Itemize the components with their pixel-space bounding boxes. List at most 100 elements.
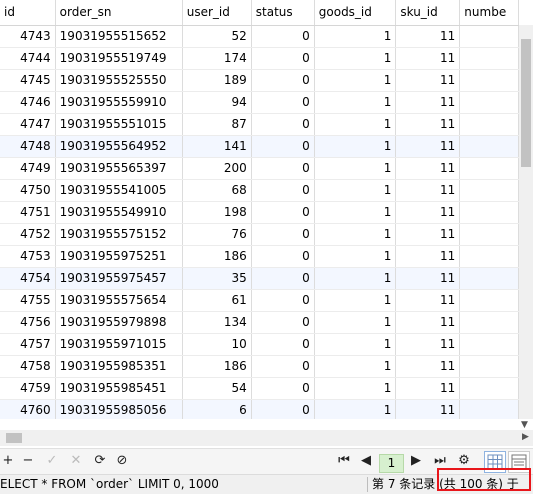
table-cell[interactable]: 4745 xyxy=(0,69,56,92)
table-cell[interactable]: 19031955979898 xyxy=(55,311,183,334)
table-cell[interactable] xyxy=(459,135,519,158)
table-cell[interactable]: 4760 xyxy=(0,399,56,419)
table-cell[interactable]: 1 xyxy=(314,333,397,356)
horizontal-scroll-thumb[interactable] xyxy=(6,433,22,443)
horizontal-scrollbar[interactable]: ▶ xyxy=(0,430,533,446)
table-cell[interactable]: 1 xyxy=(314,25,397,48)
table-cell[interactable]: 19031955541005 xyxy=(55,179,183,202)
table-cell[interactable]: 0 xyxy=(251,289,315,312)
table-cell[interactable]: 6 xyxy=(182,399,252,419)
table-cell[interactable]: 11 xyxy=(395,25,461,48)
table-cell[interactable]: 10 xyxy=(182,333,252,356)
column-header[interactable]: numbe xyxy=(459,0,519,26)
table-cell[interactable] xyxy=(459,333,519,356)
table-row[interactable]: 4756 19031955979898 134 0 1 11 xyxy=(0,311,519,334)
table-cell[interactable]: 141 xyxy=(182,135,252,158)
table-cell[interactable]: 61 xyxy=(182,289,252,312)
table-cell[interactable]: 4752 xyxy=(0,223,56,246)
table-row[interactable]: 4754 19031955975457 35 0 1 11 xyxy=(0,267,519,290)
table-cell[interactable]: 19031955575152 xyxy=(55,223,183,246)
table-cell[interactable]: 11 xyxy=(395,69,461,92)
table-cell[interactable] xyxy=(459,355,519,378)
table-cell[interactable]: 0 xyxy=(251,135,315,158)
table-cell[interactable] xyxy=(459,47,519,70)
table-row[interactable]: 4755 19031955575654 61 0 1 11 xyxy=(0,289,519,312)
vertical-scrollbar[interactable] xyxy=(519,25,533,419)
table-cell[interactable]: 4747 xyxy=(0,113,56,136)
table-cell[interactable]: 1 xyxy=(314,245,397,268)
table-cell[interactable]: 1 xyxy=(314,355,397,378)
table-cell[interactable]: 1 xyxy=(314,201,397,224)
table-cell[interactable]: 1 xyxy=(314,399,397,419)
table-cell[interactable] xyxy=(459,113,519,136)
table-cell[interactable]: 0 xyxy=(251,311,315,334)
table-cell[interactable] xyxy=(459,25,519,48)
column-header[interactable]: id xyxy=(0,0,56,26)
table-cell[interactable] xyxy=(459,311,519,334)
next-page-button[interactable]: ▶ xyxy=(408,453,424,469)
table-cell[interactable]: 1 xyxy=(314,69,397,92)
table-row[interactable]: 4745 19031955525550 189 0 1 11 xyxy=(0,69,519,92)
table-cell[interactable]: 19031955971015 xyxy=(55,333,183,356)
table-cell[interactable]: 1 xyxy=(314,157,397,180)
table-row[interactable]: 4758 19031955985351 186 0 1 11 xyxy=(0,355,519,378)
table-cell[interactable]: 0 xyxy=(251,223,315,246)
table-cell[interactable] xyxy=(459,201,519,224)
table-cell[interactable]: 19031955975457 xyxy=(55,267,183,290)
table-cell[interactable]: 189 xyxy=(182,69,252,92)
table-cell[interactable]: 1 xyxy=(314,377,397,400)
table-cell[interactable]: 11 xyxy=(395,113,461,136)
table-row[interactable]: 4751 19031955549910 198 0 1 11 xyxy=(0,201,519,224)
table-cell[interactable]: 94 xyxy=(182,91,252,114)
table-cell[interactable]: 11 xyxy=(395,179,461,202)
table-cell[interactable]: 11 xyxy=(395,245,461,268)
table-row[interactable]: 4749 19031955565397 200 0 1 11 xyxy=(0,157,519,180)
table-cell[interactable]: 11 xyxy=(395,311,461,334)
table-cell[interactable]: 4754 xyxy=(0,267,56,290)
table-cell[interactable]: 0 xyxy=(251,91,315,114)
table-cell[interactable] xyxy=(459,289,519,312)
table-cell[interactable]: 0 xyxy=(251,245,315,268)
table-cell[interactable]: 186 xyxy=(182,245,252,268)
table-cell[interactable]: 11 xyxy=(395,91,461,114)
apply-changes-button[interactable]: ✓ xyxy=(44,453,60,469)
table-cell[interactable]: 11 xyxy=(395,377,461,400)
current-page-field[interactable]: 1 xyxy=(379,454,404,473)
column-header[interactable]: user_id xyxy=(182,0,252,26)
table-cell[interactable]: 4757 xyxy=(0,333,56,356)
add-record-button[interactable]: + xyxy=(0,453,16,469)
table-cell[interactable]: 0 xyxy=(251,113,315,136)
discard-changes-button[interactable]: ✕ xyxy=(68,453,84,469)
table-cell[interactable]: 19031955985056 xyxy=(55,399,183,419)
table-cell[interactable]: 11 xyxy=(395,399,461,419)
table-cell[interactable]: 4744 xyxy=(0,47,56,70)
table-cell[interactable]: 174 xyxy=(182,47,252,70)
table-cell[interactable]: 4755 xyxy=(0,289,56,312)
table-cell[interactable]: 52 xyxy=(182,25,252,48)
table-cell[interactable]: 19031955515652 xyxy=(55,25,183,48)
stop-button[interactable]: ⊘ xyxy=(114,453,130,469)
table-cell[interactable]: 19031955565397 xyxy=(55,157,183,180)
table-cell[interactable]: 11 xyxy=(395,201,461,224)
table-cell[interactable]: 11 xyxy=(395,223,461,246)
column-header[interactable]: goods_id xyxy=(314,0,397,26)
table-cell[interactable]: 4758 xyxy=(0,355,56,378)
table-cell[interactable]: 1 xyxy=(314,179,397,202)
table-cell[interactable]: 1 xyxy=(314,47,397,70)
settings-gear-icon[interactable]: ⚙ xyxy=(456,453,472,469)
table-row[interactable]: 4759 19031955985451 54 0 1 11 xyxy=(0,377,519,400)
table-cell[interactable]: 186 xyxy=(182,355,252,378)
table-cell[interactable]: 11 xyxy=(395,267,461,290)
table-cell[interactable]: 1 xyxy=(314,113,397,136)
table-row[interactable]: 4753 19031955975251 186 0 1 11 xyxy=(0,245,519,268)
table-cell[interactable]: 54 xyxy=(182,377,252,400)
table-cell[interactable] xyxy=(459,245,519,268)
table-cell[interactable] xyxy=(459,157,519,180)
table-cell[interactable]: 19031955525550 xyxy=(55,69,183,92)
table-cell[interactable]: 4748 xyxy=(0,135,56,158)
table-cell[interactable]: 35 xyxy=(182,267,252,290)
vertical-scroll-thumb[interactable] xyxy=(521,39,531,167)
table-cell[interactable]: 0 xyxy=(251,267,315,290)
column-header[interactable]: order_sn xyxy=(55,0,183,26)
table-cell[interactable]: 4759 xyxy=(0,377,56,400)
